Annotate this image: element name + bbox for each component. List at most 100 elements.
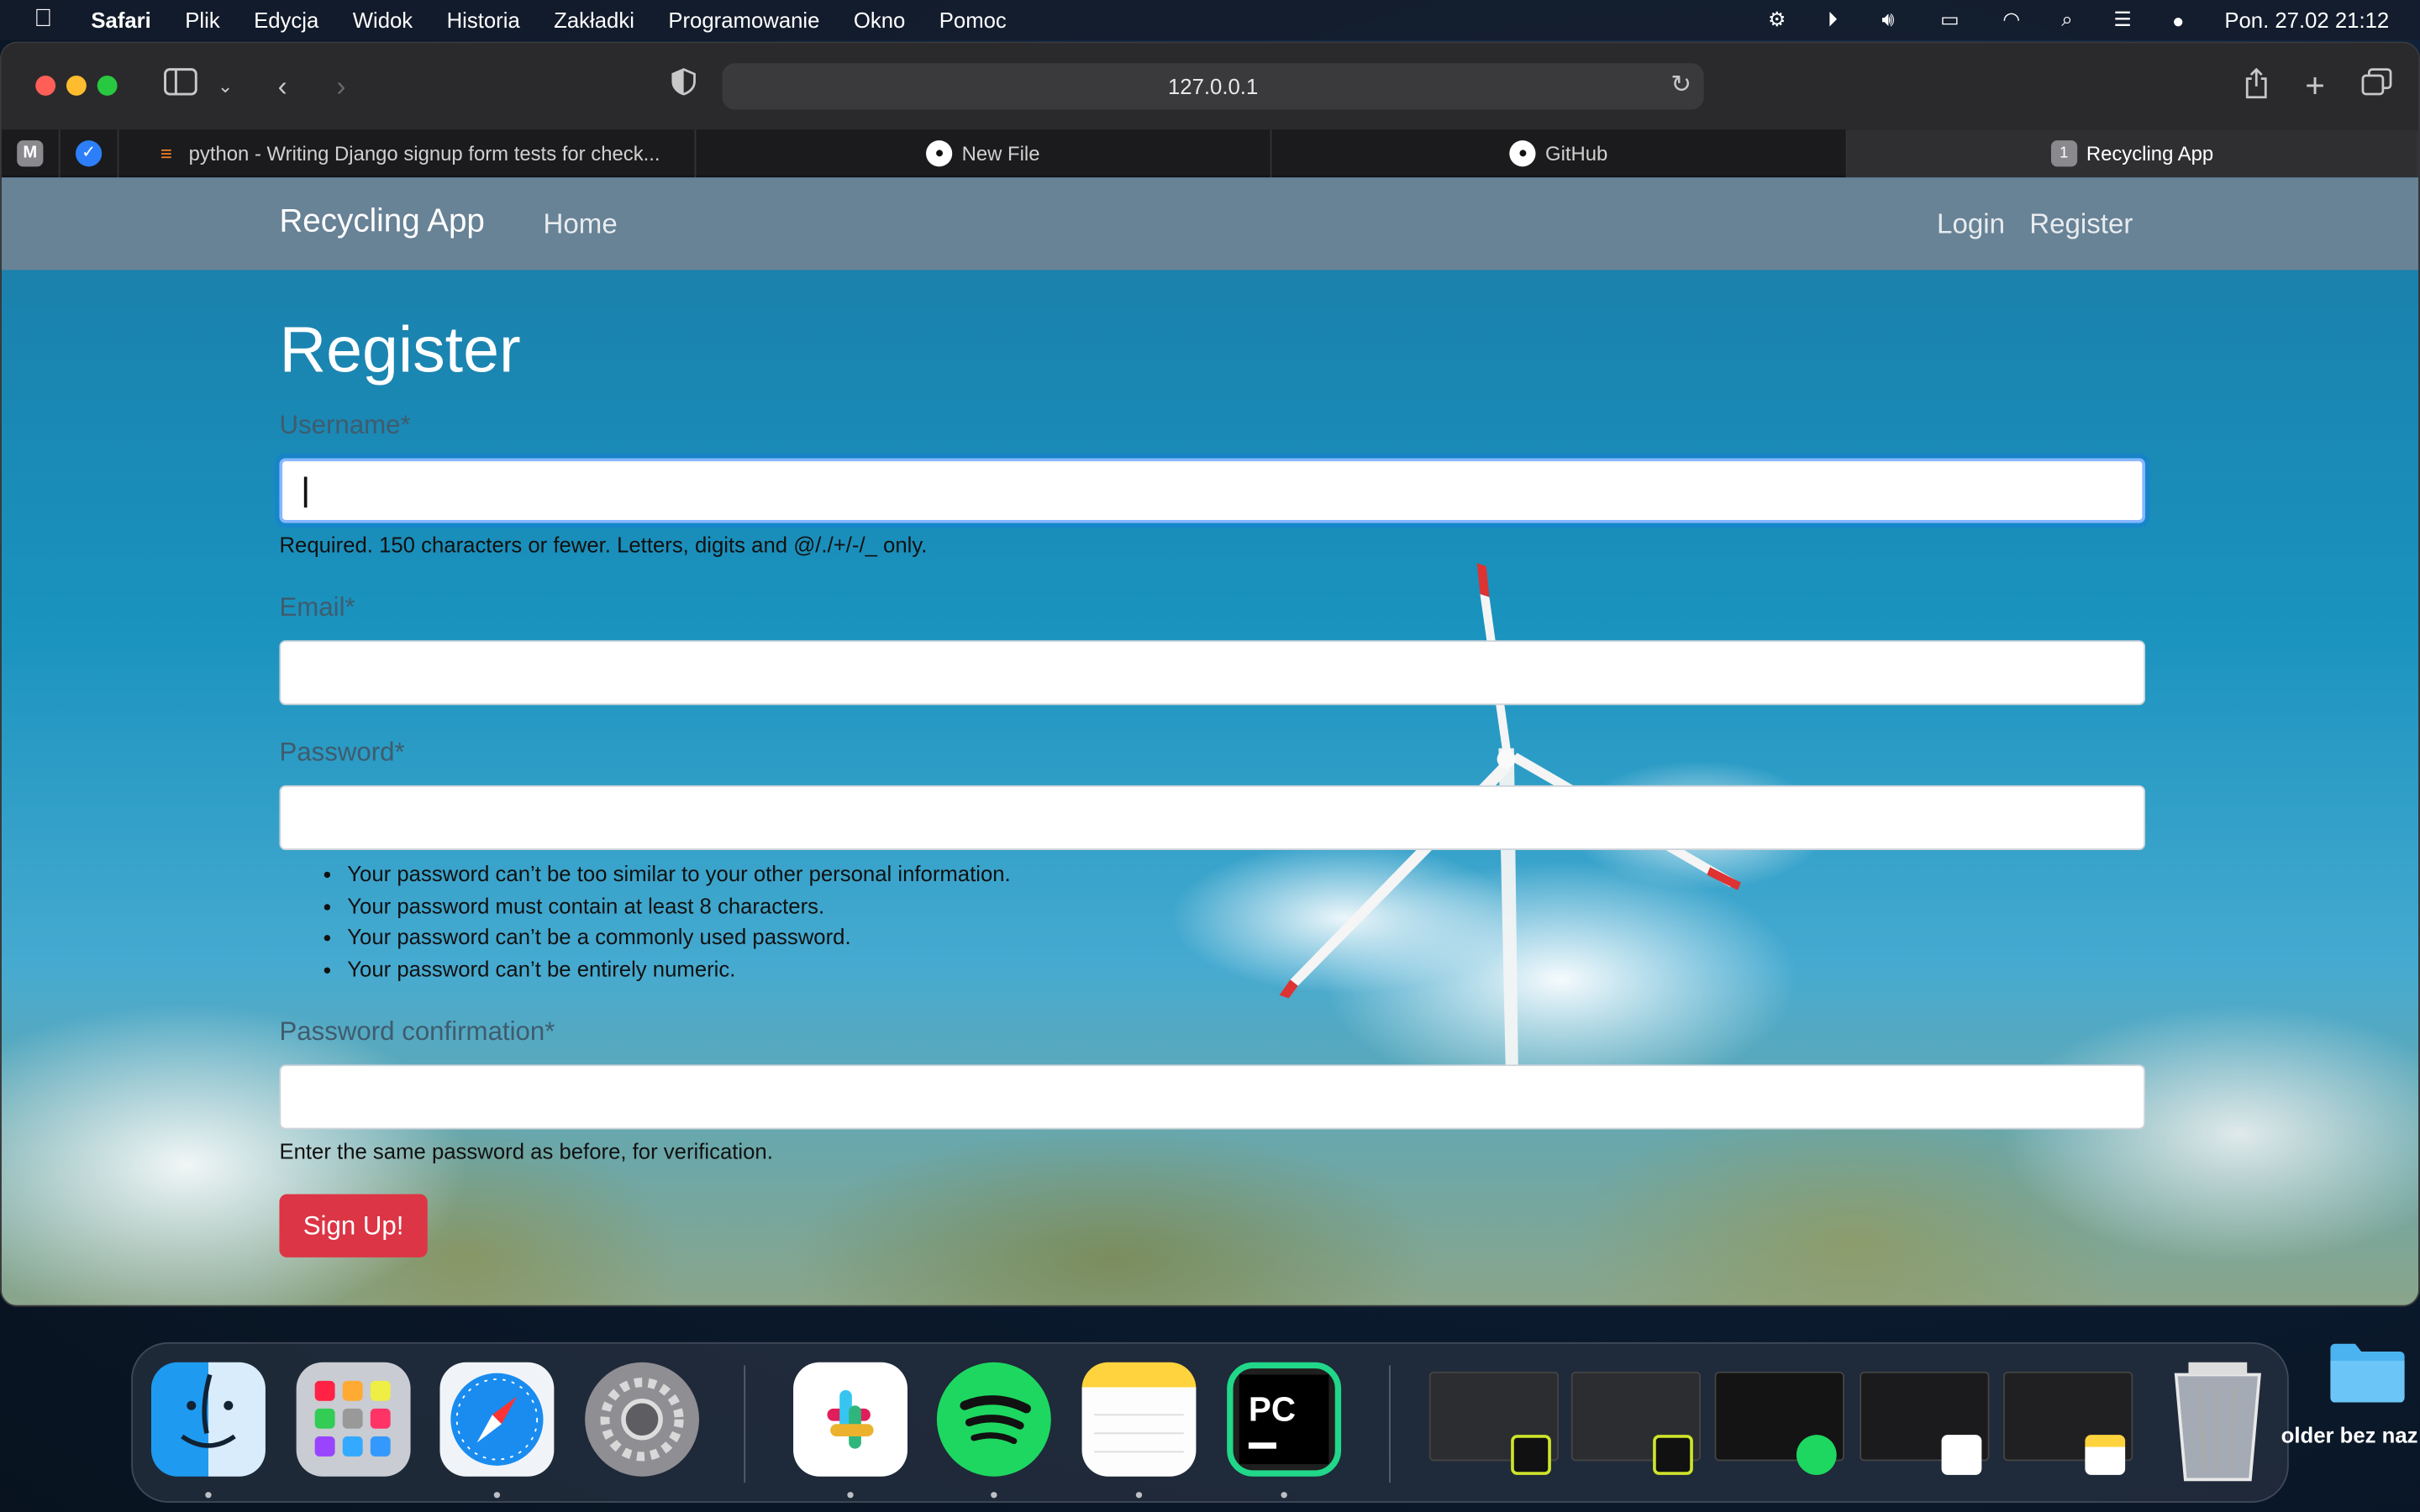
address-bar-url: 127.0.0.1 [1168, 74, 1259, 99]
wifi-icon[interactable]: ◠ [1996, 8, 2027, 32]
reload-icon[interactable]: ↻ [1670, 63, 1691, 109]
steelseries-icon[interactable]: ⚙ [1761, 8, 1792, 32]
system-settings-icon[interactable] [585, 1362, 700, 1477]
tab-title: python - Writing Django signup form test… [188, 141, 660, 165]
email-input[interactable] [279, 640, 2146, 706]
back-arrow-icon[interactable]: ‹ [267, 68, 298, 105]
running-indicator [493, 1492, 501, 1499]
password-help-item: Your password must contain at least 8 ch… [347, 890, 1010, 921]
username-input[interactable] [279, 458, 2146, 523]
new-tab-icon[interactable]: + [2298, 67, 2332, 105]
zoom-window-button[interactable] [97, 75, 118, 96]
folder-icon[interactable] [2328, 1339, 2408, 1404]
username-help-text: Required. 150 characters or fewer. Lette… [279, 532, 928, 558]
minimized-window-notes[interactable] [2003, 1371, 2133, 1475]
share-icon[interactable] [2239, 67, 2273, 105]
sign-up-button[interactable]: Sign Up! [279, 1194, 428, 1257]
username-label: Username* [279, 410, 411, 440]
text-caret [303, 476, 308, 508]
macos-dock: PC [131, 1341, 2289, 1503]
forward-arrow-icon[interactable]: › [326, 68, 357, 105]
password-help-list: Your password can’t be too similar to yo… [347, 858, 1010, 985]
minimized-window-slack[interactable] [1860, 1371, 1990, 1475]
play-circle-icon[interactable]: ⏵ [1817, 8, 1848, 32]
password-confirmation-help-text: Enter the same password as before, for v… [279, 1138, 773, 1163]
site-brand-link[interactable]: Recycling App [279, 203, 484, 240]
menu-historia[interactable]: Historia [429, 8, 537, 32]
web-page: Recycling App Home Login Register Regist… [1, 177, 2419, 1305]
battery-icon[interactable]: ▭ [1928, 8, 1971, 32]
svg-text:PC: PC [1249, 1390, 1296, 1429]
slack-icon [1941, 1435, 1982, 1475]
pycharm-icon [1511, 1435, 1551, 1475]
safari-icon[interactable] [439, 1362, 555, 1477]
siri-icon[interactable]: ● [2163, 8, 2194, 32]
stackoverflow-icon: ≡ [160, 141, 172, 165]
minimized-window-spotify[interactable] [1714, 1371, 1844, 1475]
tab-title: New File [961, 141, 1040, 165]
pinned-tab-gmail[interactable]: M [2, 129, 60, 178]
menu-programowanie[interactable]: Programowanie [651, 8, 837, 32]
number-badge-icon: 1 [2050, 140, 2077, 167]
tab-title: GitHub [1545, 141, 1608, 165]
volume-icon[interactable]: 🔊︎ [1873, 8, 1904, 32]
browser-toolbar: ⌄ ‹ › 127.0.0.1 ↻ + [1, 43, 2419, 130]
nav-login-link[interactable]: Login [1937, 208, 2005, 241]
minimize-window-button[interactable] [66, 75, 87, 96]
password-help-item: Your password can’t be entirely numeric. [347, 953, 1010, 985]
email-label: Email* [279, 592, 355, 622]
menubar-clock[interactable]: Pon. 27.02 21:12 [2224, 8, 2389, 32]
nav-home-link[interactable]: Home [544, 208, 618, 241]
tab-github[interactable]: ● GitHub [1271, 129, 1848, 178]
menu-edycja[interactable]: Edycja [237, 8, 336, 32]
gmail-icon: M [17, 140, 44, 167]
tab-overview-icon[interactable] [2360, 68, 2393, 105]
launchpad-icon[interactable] [296, 1362, 411, 1477]
password-help-item: Your password can’t be a commonly used p… [347, 921, 1010, 953]
slack-icon[interactable] [793, 1362, 908, 1477]
tab-bar: M ✓ ≡ python - Writing Django signup for… [1, 129, 2419, 178]
tab-recycling-app[interactable]: 1 Recycling App [1847, 129, 2419, 178]
spotify-icon[interactable] [936, 1362, 1051, 1477]
apple-menu-icon[interactable]:  [0, 6, 74, 34]
site-navbar: Recycling App Home Login Register [1, 177, 2419, 270]
pinned-tab-tasks[interactable]: ✓ [60, 129, 119, 178]
tab-title: Recycling App [2086, 141, 2214, 165]
running-indicator [1281, 1492, 1287, 1499]
menu-pomoc[interactable]: Pomoc [923, 8, 1023, 32]
dock-separator [1389, 1365, 1391, 1483]
trash-icon[interactable] [2164, 1353, 2272, 1486]
folder-label[interactable]: older bez naz [2281, 1422, 2418, 1446]
tab-new-file[interactable]: ● New File [696, 129, 1272, 178]
address-bar[interactable]: 127.0.0.1 ↻ [722, 63, 1704, 110]
spotlight-search-icon[interactable]: ⌕ [2052, 8, 2083, 32]
menu-app-name[interactable]: Safari [74, 8, 168, 32]
privacy-shield-icon[interactable] [668, 68, 699, 105]
spotify-icon [1796, 1435, 1837, 1475]
sidebar-toggle-icon[interactable] [162, 68, 199, 105]
menu-widok[interactable]: Widok [336, 8, 430, 32]
pycharm-icon[interactable]: PC [1227, 1362, 1342, 1477]
nav-register-link[interactable]: Register [2029, 208, 2133, 241]
password-confirmation-input[interactable] [279, 1064, 2146, 1130]
close-window-button[interactable] [35, 75, 56, 96]
notes-icon [2085, 1435, 2126, 1475]
notes-icon[interactable] [1081, 1362, 1197, 1477]
running-indicator [991, 1492, 997, 1499]
tab-stackoverflow[interactable]: ≡ python - Writing Django signup form te… [118, 129, 697, 178]
menu-zakladki[interactable]: Zakładki [537, 8, 651, 32]
minimized-window-pycharm-2[interactable] [1570, 1371, 1702, 1475]
checkmark-icon: ✓ [75, 140, 103, 167]
password-help-item: Your password can’t be too similar to yo… [347, 858, 1010, 890]
finder-icon[interactable] [150, 1362, 266, 1477]
running-indicator [1135, 1492, 1143, 1499]
menu-plik[interactable]: Plik [168, 8, 237, 32]
control-center-icon[interactable]: ☰ [2107, 8, 2139, 32]
dock-separator [744, 1365, 746, 1483]
github-icon: ● [1509, 140, 1537, 167]
menu-okno[interactable]: Okno [837, 8, 923, 32]
password-input[interactable] [279, 785, 2146, 851]
chevron-down-icon[interactable]: ⌄ [214, 68, 236, 105]
minimized-window-pycharm-1[interactable] [1428, 1371, 1560, 1475]
page-title: Register [279, 312, 521, 386]
